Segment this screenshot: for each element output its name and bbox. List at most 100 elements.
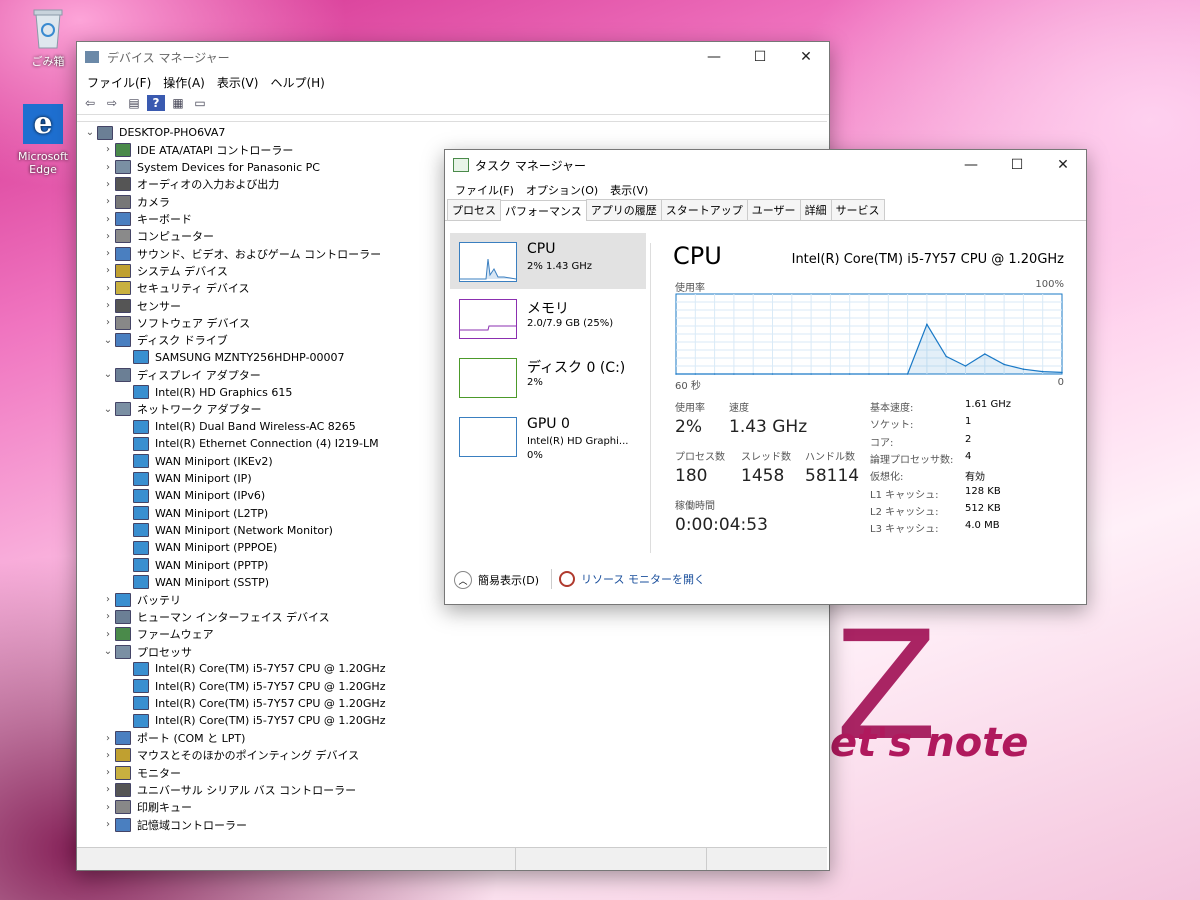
sidebar-item-gpu[interactable]: GPU 0 Intel(R) HD Graphi... 0% xyxy=(450,408,646,464)
close-button[interactable]: ✕ xyxy=(1040,150,1086,180)
tree-category[interactable]: › 印刷キュー xyxy=(101,799,192,816)
tree-device[interactable]: WAN Miniport (L2TP) xyxy=(119,505,268,522)
details-view-icon[interactable]: ▦ xyxy=(169,95,187,111)
tree-device[interactable]: Intel(R) Ethernet Connection (4) I219-LM xyxy=(119,435,379,452)
tab-performance[interactable]: パフォーマンス xyxy=(500,200,587,221)
chevron-right-icon[interactable]: › xyxy=(101,733,115,744)
recycle-bin-icon[interactable]: ごみ箱 xyxy=(13,6,83,69)
chevron-right-icon[interactable]: › xyxy=(101,611,115,622)
chevron-right-icon[interactable]: › xyxy=(101,629,115,640)
tree-root[interactable]: ⌄ DESKTOP-PHO6VA7 xyxy=(83,124,225,141)
tree-device[interactable]: Intel(R) HD Graphics 615 xyxy=(119,384,292,401)
chevron-down-icon[interactable]: ⌄ xyxy=(83,127,97,138)
tree-device[interactable]: Intel(R) Core(TM) i5-7Y57 CPU @ 1.20GHz xyxy=(119,712,385,729)
menu-file[interactable]: ファイル(F) xyxy=(449,182,520,198)
tree-category[interactable]: › セキュリティ デバイス xyxy=(101,280,250,297)
tree-device[interactable]: SAMSUNG MZNTY256HDHP-00007 xyxy=(119,349,345,366)
edge-shortcut[interactable]: e Microsoft Edge xyxy=(8,104,78,176)
chevron-right-icon[interactable]: › xyxy=(101,300,115,311)
minimize-button[interactable]: — xyxy=(691,42,737,72)
tree-category[interactable]: › ユニバーサル シリアル バス コントローラー xyxy=(101,781,356,798)
chevron-down-icon[interactable]: ⌄ xyxy=(101,369,115,380)
tab-services[interactable]: サービス xyxy=(830,199,885,220)
back-arrow-icon[interactable]: ⇦ xyxy=(81,95,99,111)
tree-category[interactable]: ⌄ ディスプレイ アダプター xyxy=(101,366,261,383)
tree-device[interactable]: Intel(R) Core(TM) i5-7Y57 CPU @ 1.20GHz xyxy=(119,695,385,712)
close-button[interactable]: ✕ xyxy=(783,42,829,72)
tree-category[interactable]: › カメラ xyxy=(101,193,170,210)
chevron-right-icon[interactable]: › xyxy=(101,784,115,795)
tree-category[interactable]: › ポート (COM と LPT) xyxy=(101,730,245,747)
chevron-right-icon[interactable]: › xyxy=(101,144,115,155)
tree-category[interactable]: › IDE ATA/ATAPI コントローラー xyxy=(101,141,293,158)
tree-category[interactable]: ⌄ プロセッサ xyxy=(101,643,192,660)
tree-device[interactable]: WAN Miniport (SSTP) xyxy=(119,574,269,591)
tree-category[interactable]: › 記憶域コントローラー xyxy=(101,816,247,833)
chevron-right-icon[interactable]: › xyxy=(101,594,115,605)
tree-category[interactable]: › ヒューマン インターフェイス デバイス xyxy=(101,608,330,625)
tab-startup[interactable]: スタートアップ xyxy=(660,199,748,220)
properties-grid-icon[interactable]: ▤ xyxy=(125,95,143,111)
tree-device[interactable]: WAN Miniport (PPTP) xyxy=(119,557,268,574)
tree-category[interactable]: › キーボード xyxy=(101,211,192,228)
chevron-right-icon[interactable]: › xyxy=(101,162,115,173)
chevron-right-icon[interactable]: › xyxy=(101,179,115,190)
tree-category[interactable]: › マウスとそのほかのポインティング デバイス xyxy=(101,747,359,764)
maximize-button[interactable]: ☐ xyxy=(994,150,1040,180)
menu-view[interactable]: 表示(V) xyxy=(604,182,654,198)
tree-device[interactable]: Intel(R) Core(TM) i5-7Y57 CPU @ 1.20GHz xyxy=(119,660,385,677)
chevron-right-icon[interactable]: › xyxy=(101,265,115,276)
tree-category[interactable]: › ファームウェア xyxy=(101,626,214,643)
menu-file[interactable]: ファイル(F) xyxy=(81,74,157,91)
help-icon[interactable]: ? xyxy=(147,95,165,111)
tree-category[interactable]: › バッテリ xyxy=(101,591,181,608)
devmgr-titlebar[interactable]: デバイス マネージャー — ☐ ✕ xyxy=(77,42,829,72)
tab-details[interactable]: 詳細 xyxy=(799,199,832,220)
chevron-right-icon[interactable]: › xyxy=(101,214,115,225)
tree-category[interactable]: ⌄ ネットワーク アダプター xyxy=(101,401,262,418)
forward-arrow-icon[interactable]: ⇨ xyxy=(103,95,121,111)
sidebar-item-cpu[interactable]: CPU 2% 1.43 GHz xyxy=(450,233,646,289)
sidebar-item-memory[interactable]: メモリ 2.0/7.9 GB (25%) xyxy=(450,290,646,346)
tree-device[interactable]: WAN Miniport (Network Monitor) xyxy=(119,522,333,539)
maximize-button[interactable]: ☐ xyxy=(737,42,783,72)
menu-help[interactable]: ヘルプ(H) xyxy=(264,74,330,91)
tab-processes[interactable]: プロセス xyxy=(447,199,501,220)
less-details-button[interactable]: ︿ 簡易表示(D) xyxy=(454,571,539,589)
menu-action[interactable]: 操作(A) xyxy=(157,74,211,91)
chevron-down-icon[interactable]: ⌄ xyxy=(101,404,115,415)
chevron-right-icon[interactable]: › xyxy=(101,196,115,207)
tab-app-history[interactable]: アプリの履歴 xyxy=(585,199,662,220)
tree-device[interactable]: Intel(R) Core(TM) i5-7Y57 CPU @ 1.20GHz xyxy=(119,678,385,695)
tree-device[interactable]: Intel(R) Dual Band Wireless-AC 8265 xyxy=(119,418,356,435)
tree-category[interactable]: › サウンド、ビデオ、およびゲーム コントローラー xyxy=(101,245,381,262)
menu-view[interactable]: 表示(V) xyxy=(211,74,265,91)
chevron-right-icon[interactable]: › xyxy=(101,317,115,328)
tree-category[interactable]: › システム デバイス xyxy=(101,262,228,279)
tree-category[interactable]: › オーディオの入力および出力 xyxy=(101,176,279,193)
tab-users[interactable]: ユーザー xyxy=(746,199,801,220)
tree-category[interactable]: ⌄ ディスク ドライブ xyxy=(101,332,228,349)
tree-device[interactable]: WAN Miniport (IKEv2) xyxy=(119,453,273,470)
tree-category[interactable]: › ソフトウェア デバイス xyxy=(101,314,250,331)
chevron-right-icon[interactable]: › xyxy=(101,248,115,259)
tree-device[interactable]: WAN Miniport (PPPOE) xyxy=(119,539,277,556)
chevron-right-icon[interactable]: › xyxy=(101,767,115,778)
tree-device[interactable]: WAN Miniport (IP) xyxy=(119,470,252,487)
chevron-right-icon[interactable]: › xyxy=(101,802,115,813)
tree-category[interactable]: › モニター xyxy=(101,764,181,781)
chevron-right-icon[interactable]: › xyxy=(101,819,115,830)
menu-options[interactable]: オプション(O) xyxy=(520,182,604,198)
tree-category[interactable]: › センサー xyxy=(101,297,181,314)
minimize-button[interactable]: — xyxy=(948,150,994,180)
taskmgr-titlebar[interactable]: タスク マネージャー — ☐ ✕ xyxy=(445,150,1086,180)
tree-device[interactable]: WAN Miniport (IPv6) xyxy=(119,487,265,504)
chevron-right-icon[interactable]: › xyxy=(101,283,115,294)
tree-category[interactable]: › System Devices for Panasonic PC xyxy=(101,159,320,176)
tree-category[interactable]: › コンピューター xyxy=(101,228,214,245)
chevron-down-icon[interactable]: ⌄ xyxy=(101,335,115,346)
chevron-right-icon[interactable]: › xyxy=(101,231,115,242)
sidebar-item-disk[interactable]: ディスク 0 (C:) 2% xyxy=(450,349,646,405)
scan-hardware-icon[interactable]: ▭ xyxy=(191,95,209,111)
chevron-down-icon[interactable]: ⌄ xyxy=(101,646,115,657)
